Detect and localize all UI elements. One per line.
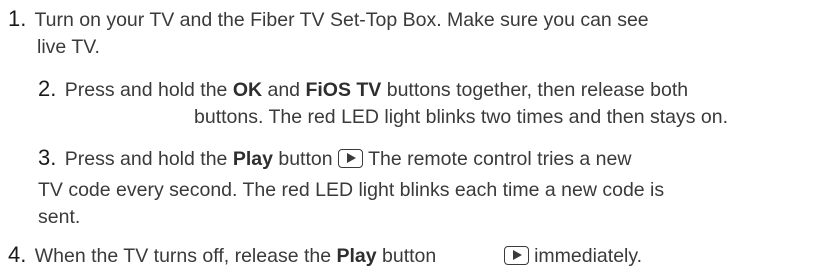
- step-4-text-button: button: [382, 245, 437, 267]
- step-2-number: 2.: [38, 76, 57, 101]
- step-1-line-1: 1. Turn on your TV and the Fiber TV Set-…: [8, 6, 649, 32]
- step-3-text-post: The remote control tries a new: [368, 148, 632, 170]
- step-1-number: 1.: [8, 6, 27, 31]
- step-2-text-pre: Press and hold the: [64, 79, 228, 101]
- step-2-line-1: 2. Press and hold the OK and FiOS TV but…: [38, 76, 689, 102]
- play-button-icon: [503, 246, 529, 265]
- step-3-line-1: 3. Press and hold the Play button The re…: [38, 145, 632, 171]
- step-2-ok-label: OK: [232, 79, 263, 101]
- step-4-text-post: immediately.: [534, 245, 643, 267]
- step-1-text-continued: live TV.: [37, 36, 100, 58]
- step-2-text-mid: and: [267, 79, 301, 101]
- step-3-line-2: TV code every second. The red LED light …: [38, 179, 664, 201]
- step-4-line-1: 4. When the TV turns off, release the Pl…: [8, 242, 643, 268]
- step-2-line-2: buttons. The red LED light blinks two ti…: [194, 106, 728, 128]
- instructions-page: { "steps": [ { "number": "1.", "line1": …: [0, 0, 816, 276]
- step-2-text-post: buttons together, then release both: [386, 79, 689, 101]
- step-2-fios-tv-label: FiOS TV: [305, 79, 382, 101]
- step-3-number: 3.: [38, 145, 57, 170]
- step-4-number: 4.: [8, 242, 27, 267]
- step-3-text-end: sent.: [38, 206, 81, 228]
- step-3-text-button: button: [278, 148, 333, 170]
- step-3-text-pre: Press and hold the: [64, 148, 228, 170]
- step-3-line-3: sent.: [38, 206, 80, 228]
- step-3-play-label: Play: [232, 148, 273, 170]
- step-1-text: Turn on your TV and the Fiber TV Set-Top…: [34, 9, 649, 31]
- step-3-text-continued: TV code every second. The red LED light …: [38, 179, 665, 201]
- step-4-play-label: Play: [336, 245, 377, 267]
- step-2-text-continued: buttons. The red LED light blinks two ti…: [194, 106, 729, 128]
- play-button-icon: [338, 149, 363, 168]
- step-4-text-pre: When the TV turns off, release the: [34, 245, 332, 267]
- step-1-line-2: live TV.: [37, 36, 100, 58]
